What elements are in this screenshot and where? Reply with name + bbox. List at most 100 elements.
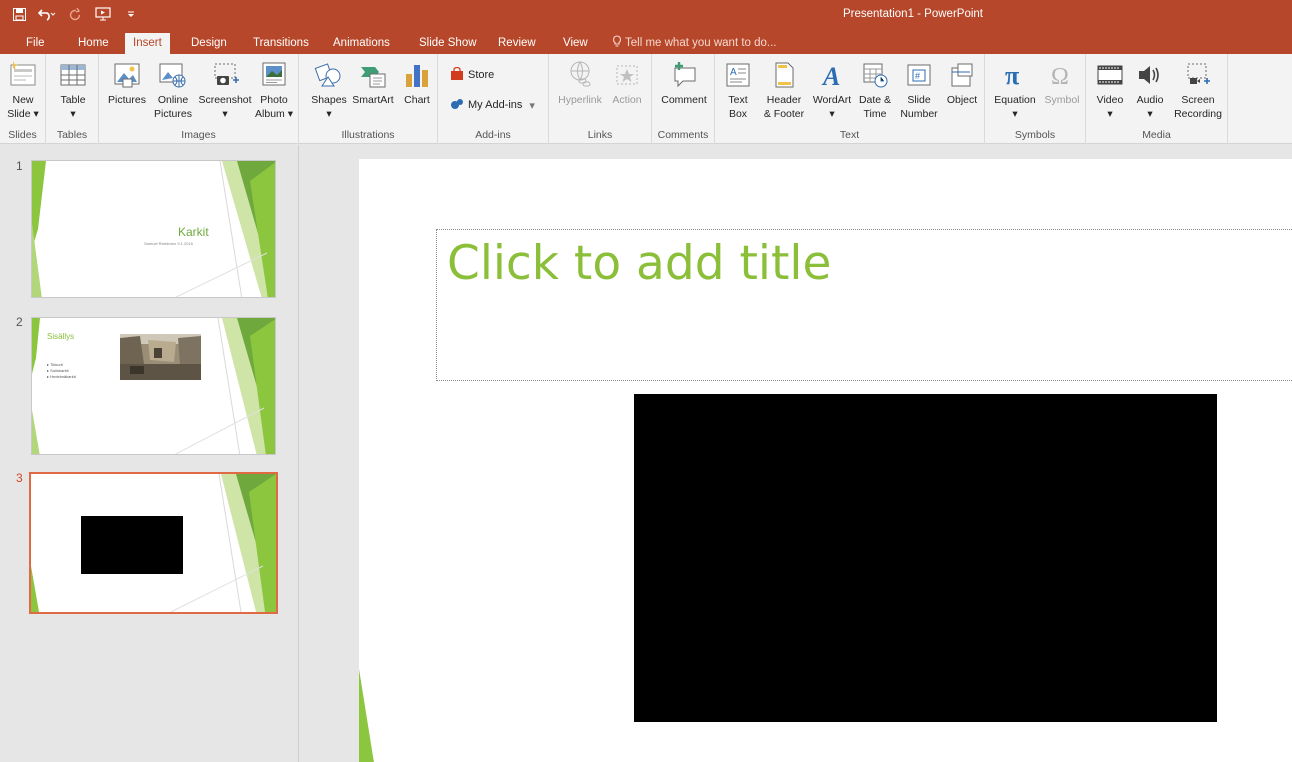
wordart-button[interactable]: A WordArt ▾ (809, 54, 855, 126)
date-time-button[interactable]: Date & Time (855, 54, 895, 126)
slide-2-title: Sisällys (47, 332, 75, 341)
online-pictures-button[interactable]: Online Pictures (151, 54, 195, 126)
svg-text:π: π (1005, 61, 1019, 90)
comment-button[interactable]: Comment (656, 54, 712, 126)
video-button[interactable]: Video ▾ (1090, 54, 1130, 126)
slide-thumbnail-2[interactable]: Sisällys ▸ Tikkurit ▸ Sulinkarkit ▸ Hede… (31, 317, 276, 455)
omega-icon: Ω (1046, 57, 1078, 93)
my-add-ins-button[interactable]: My Add-ins ▾ (450, 95, 535, 115)
chart-button[interactable]: Chart (399, 54, 435, 126)
tab-slide-show[interactable]: Slide Show (411, 33, 485, 54)
new-slide-label-1: New (12, 94, 34, 106)
thumbnail-number: 1 (16, 159, 23, 173)
shapes-dropdown: ▾ (326, 108, 332, 120)
slide-number-button[interactable]: # Slide Number (897, 54, 941, 126)
tell-me-box[interactable]: Tell me what you want to do... (612, 33, 777, 53)
slide-thumbnail-pane: 1 Karkit Samuel Riekkinen 9.1.2016 2 Sis… (0, 145, 299, 762)
header-footer-icon (768, 57, 800, 93)
table-button[interactable]: Table ▾ (56, 54, 90, 126)
screenshot-button[interactable]: Screenshot ▾ (197, 54, 253, 126)
video-object[interactable] (634, 394, 1217, 722)
pictures-button[interactable]: Pictures (105, 54, 149, 126)
group-label-add-ins: Add-ins (475, 129, 511, 141)
slide-editor: Click to add title (300, 145, 1292, 762)
date-time-label-1: Date & (858, 94, 892, 106)
slide-1-title: Karkit (178, 225, 209, 239)
lightbulb-icon (612, 35, 625, 49)
group-add-ins: Store My Add-ins ▾ Add-ins (438, 54, 549, 144)
symbol-label: Symbol (1044, 94, 1080, 106)
group-label-slides: Slides (8, 129, 37, 141)
my-add-ins-dropdown[interactable]: ▾ (529, 99, 535, 112)
hyperlink-label: Hyperlink (558, 94, 602, 106)
group-label-links: Links (587, 129, 613, 141)
screenshot-icon (209, 57, 241, 93)
table-icon (57, 57, 89, 93)
group-comments: Comment Comments (652, 54, 715, 144)
equation-button[interactable]: π Equation ▾ (989, 54, 1041, 126)
slide-theme-accent (359, 669, 374, 762)
my-add-ins-label: My Add-ins (468, 99, 523, 111)
shapes-label: Shapes (311, 94, 347, 106)
action-label: Action (612, 94, 642, 106)
screenshot-dropdown: ▾ (222, 108, 228, 120)
slide-number-label-2: Number (900, 108, 938, 120)
group-symbols: π Equation ▾ Ω Symbol Symbols (985, 54, 1086, 144)
group-label-tables: Tables (56, 129, 88, 141)
photo-album-label-2: Album ▾ (255, 108, 293, 120)
smartart-label: SmartArt (352, 94, 394, 106)
smartart-button[interactable]: SmartArt (349, 54, 397, 126)
slide-thumbnail-3[interactable] (29, 472, 278, 614)
group-label-images: Images (181, 129, 216, 141)
video-label: Video (1096, 94, 1124, 106)
tab-animations[interactable]: Animations (325, 33, 398, 54)
tab-file[interactable]: File (18, 33, 53, 54)
shapes-button[interactable]: Shapes ▾ (311, 54, 347, 126)
audio-label: Audio (1136, 94, 1164, 106)
date-time-label-2: Time (863, 108, 887, 120)
pictures-label: Pictures (108, 94, 146, 106)
title-placeholder[interactable]: Click to add title (436, 229, 1292, 381)
wordart-icon: A (816, 57, 848, 93)
action-button[interactable]: Action (607, 54, 647, 126)
svg-text:A: A (730, 67, 737, 78)
tab-home[interactable]: Home (70, 33, 117, 54)
store-button[interactable]: Store (450, 65, 494, 85)
svg-text:#: # (915, 71, 920, 81)
group-illustrations: Shapes ▾ SmartArt Chart Illustrations (299, 54, 438, 144)
slide-1-theme-art (32, 161, 275, 297)
tab-transitions[interactable]: Transitions (245, 33, 317, 54)
slide-thumbnail-1[interactable]: Karkit Samuel Riekkinen 9.1.2016 (31, 160, 276, 298)
comment-label: Comment (661, 94, 707, 106)
thumbnail-number: 3 (16, 471, 23, 485)
tab-design[interactable]: Design (183, 33, 235, 54)
slide-canvas[interactable]: Click to add title (359, 159, 1292, 762)
pictures-icon (111, 57, 143, 93)
table-label: Table (60, 94, 86, 106)
new-slide-icon (7, 57, 39, 93)
text-box-label-2: Box (728, 108, 748, 120)
object-button[interactable]: Object (943, 54, 981, 126)
text-box-label-1: Text (728, 94, 748, 106)
hyperlink-button[interactable]: Hyperlink (553, 54, 607, 126)
new-slide-button[interactable]: New Slide ▾ (6, 54, 40, 126)
audio-dropdown: ▾ (1147, 108, 1153, 120)
object-label: Object (946, 94, 978, 106)
tab-insert[interactable]: Insert (125, 33, 170, 54)
tab-view[interactable]: View (555, 33, 596, 54)
photo-album-button[interactable]: Photo Album ▾ (253, 54, 295, 126)
text-box-button[interactable]: A Text Box (719, 54, 757, 126)
group-label-illustrations: Illustrations (341, 129, 395, 141)
svg-text:Ω: Ω (1051, 64, 1069, 90)
screen-recording-label-1: Screen (1181, 94, 1215, 106)
group-label-comments: Comments (657, 129, 709, 141)
screen-recording-button[interactable]: Screen Recording (1170, 54, 1226, 126)
header-footer-button[interactable]: Header & Footer (759, 54, 809, 126)
audio-button[interactable]: Audio ▾ (1130, 54, 1170, 126)
symbol-button[interactable]: Ω Symbol (1041, 54, 1083, 126)
equation-label: Equation (994, 94, 1036, 106)
tab-review[interactable]: Review (490, 33, 544, 54)
header-footer-label-1: Header (766, 94, 802, 106)
slide-1-subtitle: Samuel Riekkinen 9.1.2016 (144, 241, 193, 246)
equation-dropdown: ▾ (1012, 108, 1018, 120)
